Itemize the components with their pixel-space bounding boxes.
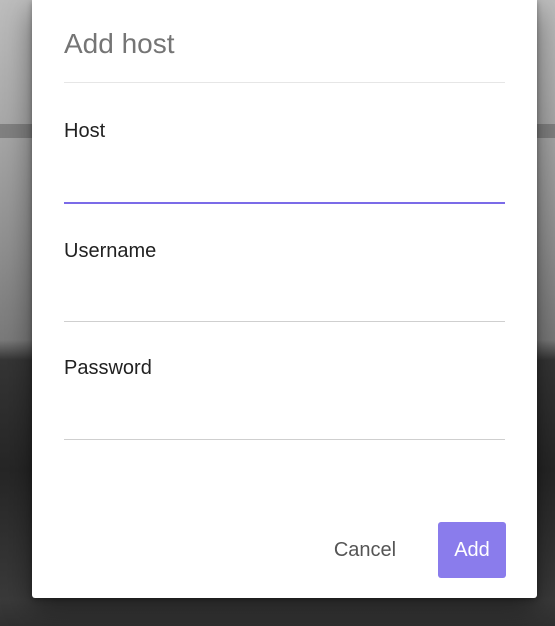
title-divider [64, 82, 505, 83]
password-underline [64, 439, 505, 440]
username-label: Username [64, 240, 157, 262]
host-label: Host [64, 120, 106, 142]
username-underline [64, 321, 505, 322]
host-input[interactable] [64, 165, 505, 195]
host-underline [64, 202, 505, 204]
password-label: Password [64, 357, 152, 379]
add-host-dialog: Add host Host Username Password Cancel A… [32, 0, 537, 598]
add-button[interactable]: Add [438, 522, 506, 578]
dialog-title: Add host [64, 28, 175, 59]
username-input[interactable] [64, 284, 505, 314]
cancel-button[interactable]: Cancel [322, 522, 408, 578]
password-input[interactable] [64, 402, 505, 432]
